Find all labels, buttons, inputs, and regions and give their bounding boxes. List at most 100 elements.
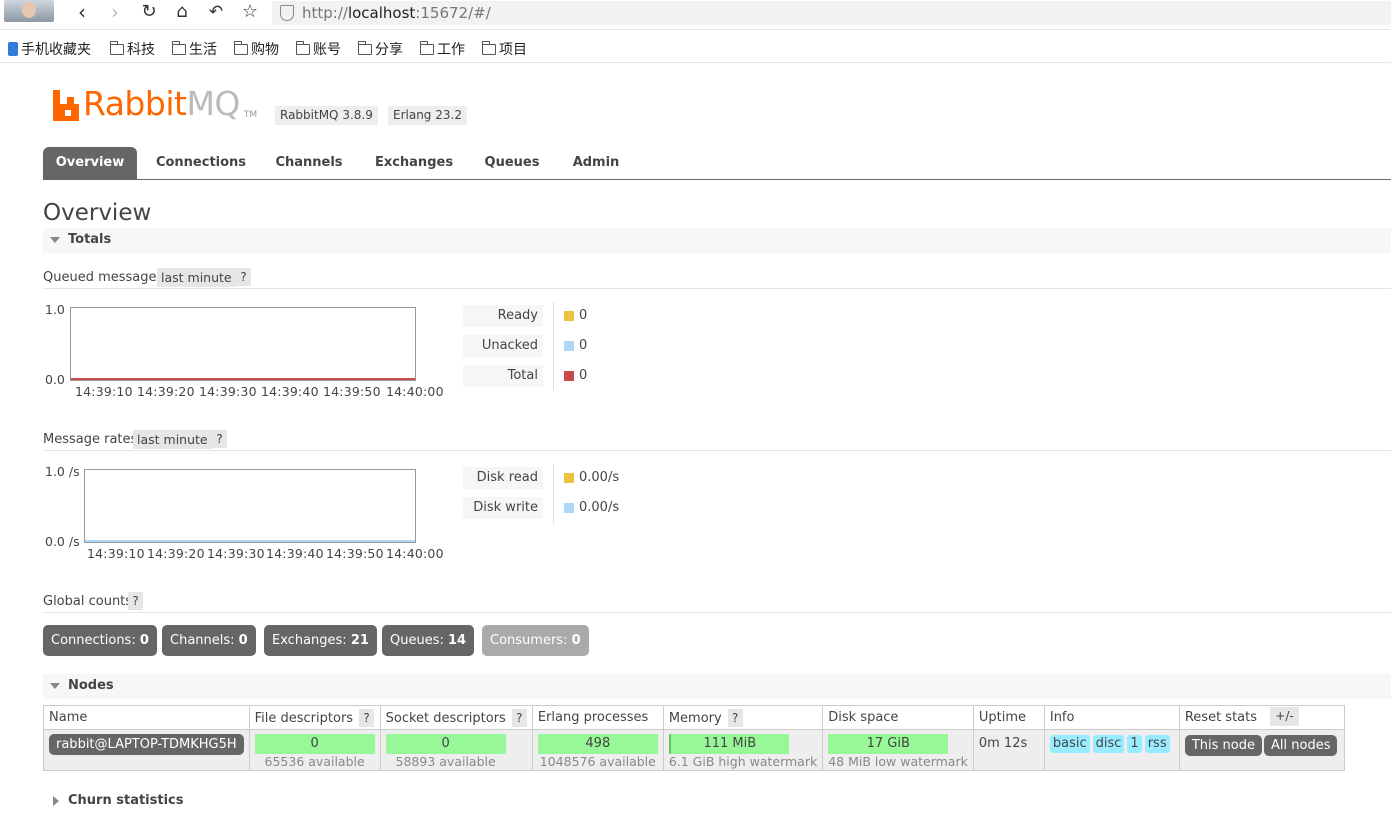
churn-section-toggle[interactable]: Churn statistics bbox=[43, 789, 1391, 814]
consumers-count-button[interactable]: Consumers: 0 bbox=[482, 625, 589, 656]
col-label: Memory bbox=[668, 710, 722, 726]
range-selector[interactable]: last minute bbox=[133, 430, 212, 449]
tab-exchanges[interactable]: Exchanges bbox=[363, 147, 465, 179]
home-icon[interactable]: ⌂ bbox=[170, 2, 194, 24]
rabbit-logo-icon bbox=[53, 90, 79, 121]
forward-icon[interactable]: › bbox=[103, 2, 127, 24]
totals-section-toggle[interactable]: Totals bbox=[43, 228, 1391, 253]
reset-all-nodes-button[interactable]: All nodes bbox=[1264, 735, 1338, 756]
x-tick: 14:39:30 bbox=[207, 546, 265, 561]
star-icon[interactable]: ☆ bbox=[238, 2, 262, 24]
range-selector[interactable]: last minute bbox=[157, 268, 236, 287]
erlang-badge: Erlang 23.2 bbox=[388, 106, 467, 125]
help-icon[interactable]: ? bbox=[128, 592, 143, 610]
rates-x-axis: 14:39:10 14:39:20 14:39:3014:39:40 14:39:50… bbox=[87, 546, 444, 561]
col-socket-descriptors: Socket descriptors? bbox=[379, 705, 533, 730]
col-info: Info bbox=[1043, 705, 1180, 730]
tab-overview[interactable]: Overview bbox=[43, 147, 137, 179]
bookmark-mobile[interactable]: 手机收藏夹 bbox=[8, 39, 91, 59]
bookmark-folder[interactable]: 工作 bbox=[420, 39, 465, 59]
help-icon[interactable]: ? bbox=[727, 708, 743, 727]
legend-label: Disk write bbox=[463, 497, 543, 519]
queued-messages-label: Queued messages bbox=[43, 270, 164, 285]
reload-icon[interactable]: ↻ bbox=[137, 2, 161, 24]
exchanges-count-button[interactable]: Exchanges: 21 bbox=[264, 625, 377, 656]
collapse-triangle-icon bbox=[50, 237, 60, 243]
erl-bar: 498 bbox=[537, 734, 658, 754]
folder-icon bbox=[234, 40, 248, 55]
nodes-section-toggle[interactable]: Nodes bbox=[43, 674, 1391, 699]
help-icon[interactable]: ? bbox=[511, 708, 527, 727]
x-tick: 14:39:10 bbox=[75, 384, 133, 399]
connections-count-button[interactable]: Connections: 0 bbox=[43, 625, 157, 656]
section-title: Totals bbox=[68, 232, 112, 247]
logo-tm: TM bbox=[243, 110, 258, 120]
tab-connections[interactable]: Connections bbox=[145, 147, 257, 179]
legend-unacked: Unacked 0 bbox=[463, 335, 663, 357]
tab-queues[interactable]: Queues bbox=[475, 147, 549, 179]
swatch-icon bbox=[564, 473, 574, 483]
uptime-cell: 0m 12s bbox=[972, 729, 1045, 771]
queues-count-button[interactable]: Queues: 14 bbox=[382, 625, 475, 656]
info-tag-disc: disc bbox=[1092, 735, 1125, 753]
column-toggle-button[interactable]: +/- bbox=[1270, 707, 1299, 726]
info-tag-basic: basic bbox=[1049, 735, 1090, 753]
bookmark-folder[interactable]: 生活 bbox=[172, 39, 217, 59]
x-tick: 14:39:40 bbox=[261, 384, 319, 399]
bookmark-folder[interactable]: 分享 bbox=[358, 39, 403, 59]
help-icon[interactable]: ? bbox=[212, 430, 227, 448]
info-tag-count: 1 bbox=[1127, 735, 1142, 753]
profile-avatar[interactable] bbox=[4, 0, 54, 22]
col-memory: Memory? bbox=[662, 705, 824, 730]
tab-channels[interactable]: Channels bbox=[265, 147, 353, 179]
disk-watermark: 48 MiB low watermark bbox=[828, 754, 968, 769]
browser-toolbar: ‹ › ↻ ⌂ ↶ ☆ http://localhost:15672/#/ bbox=[0, 0, 1391, 30]
node-name-link[interactable]: rabbit@LAPTOP-TDMKHG5H bbox=[49, 734, 244, 755]
swatch-icon bbox=[564, 503, 574, 513]
global-counts-header: Global counts ? bbox=[43, 592, 1391, 613]
fd-available: 65536 available bbox=[264, 754, 365, 769]
help-icon[interactable]: ? bbox=[236, 268, 251, 286]
sd-available: 58893 available bbox=[395, 754, 496, 769]
x-tick: 14:40:00 bbox=[386, 546, 444, 561]
info-cell: basic disc 1 rss bbox=[1043, 729, 1180, 771]
rabbitmq-logo: RabbitMQ TM bbox=[53, 87, 257, 121]
channels-count-button[interactable]: Channels: 0 bbox=[162, 625, 256, 656]
disk-write-series-line bbox=[85, 540, 415, 542]
bookmark-label: 手机收藏夹 bbox=[21, 42, 91, 58]
legend-value: 0.00/s bbox=[579, 470, 620, 485]
col-label: Socket descriptors bbox=[385, 710, 506, 726]
x-tick: 14:39:50 bbox=[326, 546, 384, 561]
bookmark-folder[interactable]: 账号 bbox=[296, 39, 341, 59]
col-reset-stats: Reset stats bbox=[1178, 705, 1346, 730]
count-value: 0 bbox=[238, 633, 248, 648]
count-value: 21 bbox=[350, 633, 369, 648]
erl-available: 1048576 available bbox=[539, 754, 656, 769]
bookmark-label: 项目 bbox=[499, 42, 527, 58]
count-value: 0 bbox=[139, 633, 149, 648]
legend-label: Unacked bbox=[463, 335, 543, 357]
total-series-line bbox=[71, 378, 415, 380]
address-bar[interactable]: http://localhost:15672/#/ bbox=[272, 1, 1391, 25]
bookmark-label: 账号 bbox=[313, 42, 341, 58]
memory-cell: 111 MiB 6.1 GiB high watermark bbox=[662, 729, 824, 771]
node-name-cell: rabbit@LAPTOP-TDMKHG5H bbox=[43, 729, 250, 771]
x-tick: 14:39:20 bbox=[147, 546, 205, 561]
swatch-icon bbox=[564, 311, 574, 321]
tab-admin[interactable]: Admin bbox=[561, 147, 631, 179]
url-text: http://localhost:15672/#/ bbox=[302, 4, 491, 22]
table-header-row: Name File descriptors? Socket descriptor… bbox=[43, 705, 1346, 730]
count-value: 0 bbox=[571, 633, 581, 648]
back-icon[interactable]: ‹ bbox=[70, 2, 94, 24]
bookmark-folder[interactable]: 购物 bbox=[234, 39, 279, 59]
col-label: File descriptors bbox=[254, 710, 354, 726]
reset-cell: This node All nodes bbox=[1178, 729, 1346, 771]
reset-this-node-button[interactable]: This node bbox=[1184, 735, 1262, 756]
bookmark-folder[interactable]: 科技 bbox=[110, 39, 155, 59]
undo-icon[interactable]: ↶ bbox=[204, 2, 228, 24]
bookmark-folder[interactable]: 项目 bbox=[482, 39, 527, 59]
folder-icon bbox=[296, 40, 310, 55]
x-tick: 14:39:50 bbox=[323, 384, 381, 399]
x-tick: 14:39:20 bbox=[137, 384, 195, 399]
help-icon[interactable]: ? bbox=[359, 708, 375, 727]
